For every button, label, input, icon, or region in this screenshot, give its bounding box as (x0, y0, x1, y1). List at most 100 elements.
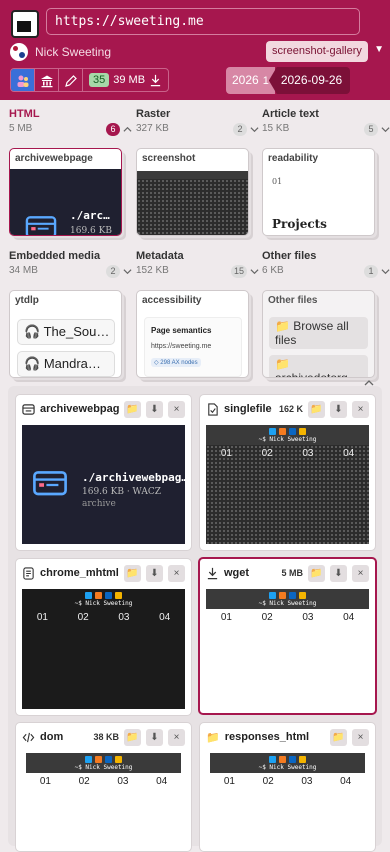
section-raster[interactable]: Raster 327 KB 2 (136, 108, 259, 136)
edit-button[interactable] (59, 69, 83, 91)
archive-icon (22, 403, 35, 415)
results-grid: archivewebpag 📁 ⬇ × ./archivewebpag… 169… (8, 386, 382, 852)
card-label: archivewebpage (15, 153, 93, 164)
close-icon: × (357, 731, 364, 743)
download-icon: ⬇ (334, 567, 343, 579)
section-other-files[interactable]: Other files 6 KB 1 (262, 250, 390, 278)
chevron-down-icon[interactable] (381, 125, 390, 134)
card-ytdlp[interactable]: ytdlp 🎧 The_Sou… 🎧 Mandra… (9, 290, 122, 378)
result-card-singlefile[interactable]: singlefile 162 K 📁 ⬇ × ~$ Nick Sweeting … (199, 394, 376, 551)
close-button[interactable]: × (352, 728, 369, 746)
date-selector[interactable]: 2026 1 2026-09-26 (226, 67, 351, 94)
file-size: 169.6 KB (70, 226, 112, 236)
year-filter[interactable]: 2026 1 (226, 67, 275, 94)
result-name: responses_html (224, 731, 310, 743)
card-readability[interactable]: readability 01 Projects (262, 148, 375, 236)
section-html[interactable]: HTML 5 MB 6 (9, 108, 132, 136)
close-icon: × (173, 567, 180, 579)
close-button[interactable]: × (168, 400, 185, 418)
card-other-files[interactable]: Other files 📁 Browse all files 📁 archive… (262, 290, 375, 378)
download-icon: ⬇ (150, 567, 159, 579)
section-embedded-media[interactable]: Embedded media 34 MB 2 (9, 250, 132, 278)
archivedotorg-link[interactable]: 📁 archivedotorg (269, 355, 368, 377)
result-card-dom[interactable]: dom 38 KB 📁 ⬇ × ~$ Nick Sweeting 01 02 03 0… (15, 722, 192, 852)
file-name: ./archivewebpag… (82, 471, 185, 484)
result-size: 38 KB (93, 732, 119, 742)
result-name: chrome_mhtml (40, 567, 119, 579)
download-button[interactable]: ⬇ (146, 564, 163, 582)
open-folder-button[interactable]: 📁 (308, 564, 325, 582)
close-icon: × (357, 567, 364, 579)
people-icon (17, 75, 28, 87)
result-card-chrome-mhtml[interactable]: chrome_mhtml 📁 ⬇ × ~$ Nick Sweeting 01 02… (15, 558, 192, 716)
chevron-down-icon[interactable] (381, 267, 390, 276)
ax-node-count: ◇ 298 AX nodes (151, 358, 201, 367)
section-metadata[interactable]: Metadata 152 KB 15 (136, 250, 259, 278)
download-button[interactable]: ⬇ (330, 400, 347, 418)
folder-icon: 📁 (206, 731, 220, 744)
snapshot-header: https://sweeting.me Nick Sweeting screen… (0, 0, 390, 100)
folder-icon: 📁 (332, 731, 345, 743)
result-preview: ~$ Nick Sweeting 01 02 03 04 (26, 753, 181, 845)
result-name: dom (40, 731, 64, 743)
card-label: screenshot (142, 153, 196, 164)
page-title: Nick Sweeting (35, 45, 112, 59)
download-button[interactable]: ⬇ (146, 400, 163, 418)
chevron-down-icon[interactable] (250, 267, 259, 276)
card-archivewebpage[interactable]: archivewebpage ./arc… 169.6 KB (9, 148, 122, 236)
result-card-wget[interactable]: wget 5 MB 📁 ⬇ × ~$ Nick Sweeting 01 02 03 0… (198, 557, 377, 715)
url-field[interactable]: https://sweeting.me (46, 8, 360, 35)
chevron-up-icon[interactable] (123, 125, 132, 134)
download-button[interactable]: ⬇ (330, 564, 347, 582)
result-size: 162 K (278, 404, 303, 414)
site-avatar (10, 43, 28, 61)
result-preview: ~$ Nick Sweeting 01 02 03 04 (206, 589, 369, 707)
document-icon (23, 566, 34, 580)
people-button[interactable] (11, 69, 35, 91)
open-folder-button[interactable]: 📁 (330, 728, 347, 746)
card-label: readability (268, 153, 319, 164)
media-item[interactable]: 🎧 Mandra… (17, 351, 115, 377)
section-title: Raster (136, 108, 171, 120)
chevron-down-icon[interactable] (250, 125, 259, 134)
file-name: ./arc… (70, 209, 110, 222)
chevron-down-icon[interactable] (123, 267, 132, 276)
result-preview: ~$ Nick Sweeting 01 02 03 04 (210, 753, 365, 845)
download-button[interactable]: ⬇ (146, 728, 163, 746)
close-icon: × (173, 403, 180, 415)
result-preview: ~$ Nick Sweeting 01 02 03 04 (22, 589, 185, 709)
folder-icon: 📁 (126, 403, 139, 415)
media-item[interactable]: 🎧 The_Sou… (17, 319, 115, 345)
total-size: 39 MB (113, 74, 146, 86)
close-button[interactable]: × (168, 564, 185, 582)
site-favicon (11, 10, 39, 38)
open-folder-button[interactable]: 📁 (308, 400, 325, 418)
close-button[interactable]: × (352, 564, 369, 582)
browse-all-files-link[interactable]: 📁 Browse all files (269, 317, 368, 349)
open-folder-button[interactable]: 📁 (124, 400, 141, 418)
download-icon: ⬇ (150, 403, 159, 415)
close-button[interactable]: × (168, 728, 185, 746)
caret-down-icon[interactable]: ▼ (374, 44, 384, 55)
count-badge: 2 (233, 123, 247, 136)
institution-button[interactable] (35, 69, 59, 91)
result-card-archivewebpage[interactable]: archivewebpag 📁 ⬇ × ./archivewebpag… 169… (15, 394, 192, 551)
section-title: Metadata (136, 250, 184, 262)
bank-icon (40, 75, 53, 88)
result-card-responses-html[interactable]: 📁 responses_html 📁 × ~$ Nick Sweeting 01… (199, 722, 376, 852)
section-article-text[interactable]: Article text 15 KB 5 (262, 108, 390, 136)
close-button[interactable]: × (352, 400, 369, 418)
card-screenshot[interactable]: screenshot (136, 148, 249, 236)
archive-icon (25, 216, 57, 235)
card-accessibility[interactable]: accessibility Page semantics https://swe… (136, 290, 249, 378)
card-label: Other files (268, 295, 318, 306)
card-label: accessibility (142, 295, 202, 306)
tag-badge[interactable]: screenshot-gallery (266, 41, 368, 62)
open-folder-button[interactable]: 📁 (124, 564, 141, 582)
open-folder-button[interactable]: 📁 (124, 728, 141, 746)
section-title: HTML (9, 108, 40, 120)
snapshot-date[interactable]: 2026-09-26 (268, 67, 351, 94)
section-title: Other files (262, 250, 317, 262)
download-size-button[interactable]: 35 39 MB (83, 69, 168, 91)
file-check-icon (208, 402, 218, 416)
